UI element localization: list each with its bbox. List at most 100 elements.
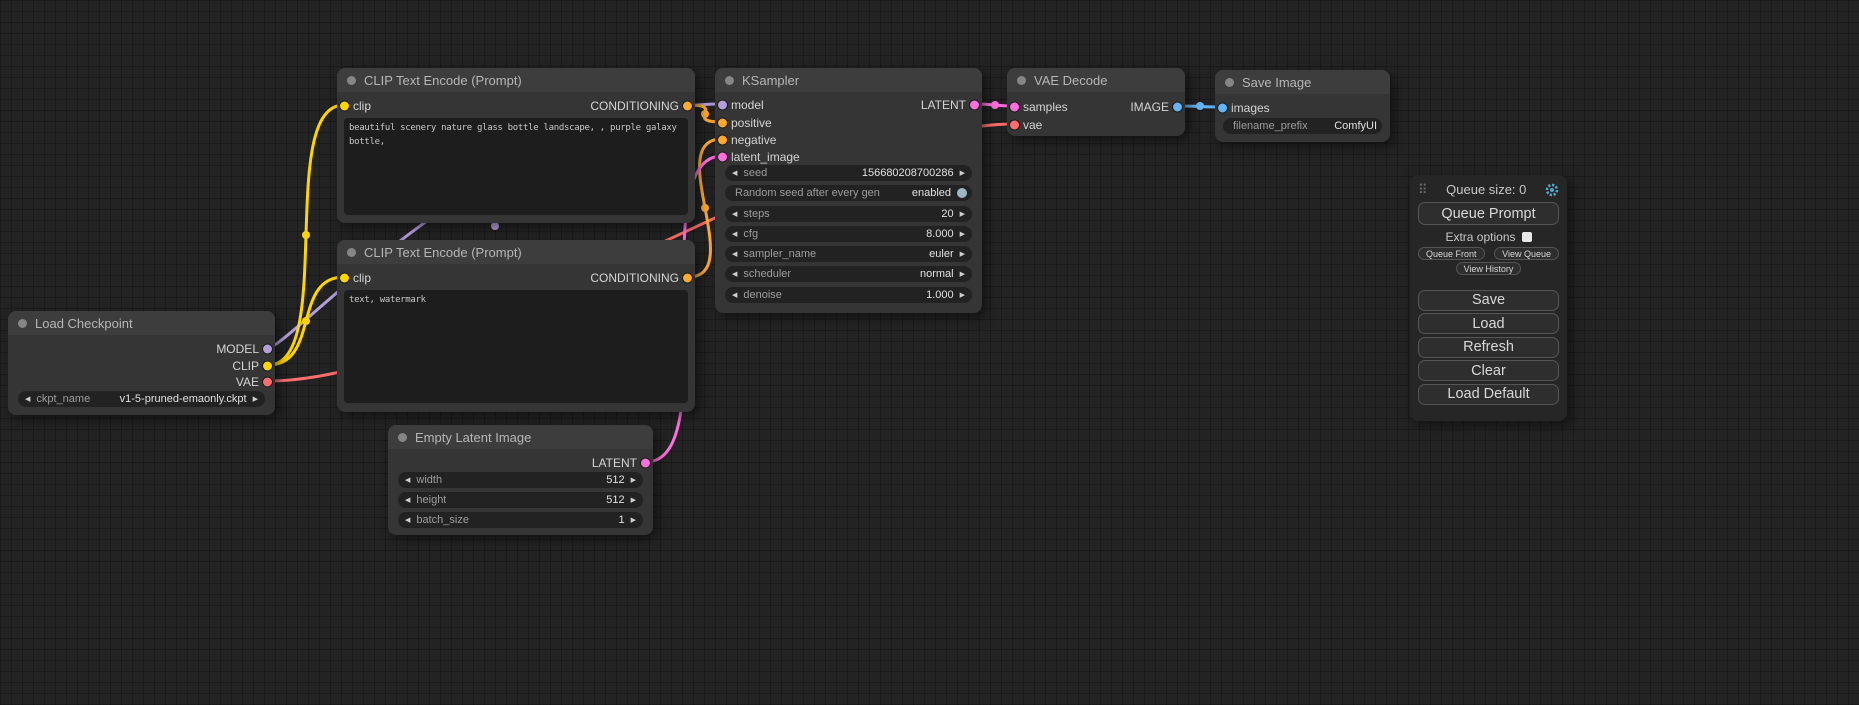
output-dot-clip[interactable] — [263, 361, 272, 370]
widget-cfg[interactable]: ◀ cfg 8.000 ▶ — [725, 226, 972, 242]
decrement-arrow-icon[interactable]: ◀ — [405, 497, 410, 504]
refresh-button[interactable]: Refresh — [1418, 337, 1559, 358]
input-dot-latent-image[interactable] — [718, 152, 727, 161]
widget-denoise[interactable]: ◀ denoise 1.000 ▶ — [725, 287, 972, 303]
decrement-arrow-icon[interactable]: ◀ — [732, 251, 737, 258]
widget-width[interactable]: ◀ width 512 ▶ — [398, 472, 643, 488]
input-label: images — [1231, 101, 1270, 115]
input-slot-images: images — [1215, 100, 1390, 115]
increment-arrow-icon[interactable]: ▶ — [960, 292, 965, 299]
node-title-bar[interactable]: KSampler — [715, 68, 982, 92]
input-slot-negative: negative — [715, 132, 982, 147]
prompt-text-area[interactable]: text, watermark — [344, 290, 688, 403]
increment-arrow-icon[interactable]: ▶ — [631, 477, 636, 484]
output-slot-clip: CLIP — [8, 358, 275, 373]
output-dot-conditioning[interactable] — [683, 101, 692, 110]
widget-value: v1-5-pruned-emaonly.ckpt — [120, 393, 247, 405]
widget-value: 1.000 — [926, 289, 954, 301]
decrement-arrow-icon[interactable]: ◀ — [25, 396, 30, 403]
node-ksampler[interactable]: KSampler model LATENT positive negative … — [715, 68, 982, 313]
input-label: vae — [1023, 118, 1042, 132]
save-button[interactable]: Save — [1418, 290, 1559, 311]
decrement-arrow-icon[interactable]: ◀ — [732, 271, 737, 278]
decrement-arrow-icon[interactable]: ◀ — [732, 231, 737, 238]
collapse-dot-icon[interactable] — [398, 433, 407, 442]
queue-panel: ⠿ Queue size: 0 Queue Prompt Extra optio… — [1410, 175, 1567, 421]
input-dot-positive[interactable] — [718, 118, 727, 127]
decrement-arrow-icon[interactable]: ◀ — [732, 211, 737, 218]
increment-arrow-icon[interactable]: ▶ — [960, 271, 965, 278]
decrement-arrow-icon[interactable]: ◀ — [732, 170, 737, 177]
widget-value: 512 — [606, 494, 624, 506]
input-dot-negative[interactable] — [718, 135, 727, 144]
widget-name: cfg — [743, 228, 758, 240]
prompt-text-area[interactable]: beautiful scenery nature glass bottle la… — [344, 118, 688, 215]
increment-arrow-icon[interactable]: ▶ — [960, 170, 965, 177]
collapse-dot-icon[interactable] — [1017, 76, 1026, 85]
increment-arrow-icon[interactable]: ▶ — [631, 517, 636, 524]
load-default-button[interactable]: Load Default — [1418, 384, 1559, 405]
widget-batch-size[interactable]: ◀ batch_size 1 ▶ — [398, 512, 643, 528]
node-clip-text-encode-positive[interactable]: CLIP Text Encode (Prompt) clip CONDITION… — [337, 68, 695, 223]
decrement-arrow-icon[interactable]: ◀ — [405, 517, 410, 524]
node-title: CLIP Text Encode (Prompt) — [364, 73, 522, 88]
node-save-image[interactable]: Save Image images filename_prefix ComfyU… — [1215, 70, 1390, 142]
load-button[interactable]: Load — [1418, 313, 1559, 334]
node-title: KSampler — [742, 73, 799, 88]
collapse-dot-icon[interactable] — [347, 248, 356, 257]
widget-ckpt-name[interactable]: ◀ ckpt_name v1-5-pruned-emaonly.ckpt ▶ — [18, 391, 265, 407]
increment-arrow-icon[interactable]: ▶ — [960, 231, 965, 238]
node-vae-decode[interactable]: VAE Decode samples IMAGE vae — [1007, 68, 1185, 136]
widget-filename-prefix[interactable]: filename_prefix ComfyUI — [1223, 118, 1382, 134]
output-slot-latent: LATENT — [715, 97, 982, 112]
input-dot-vae[interactable] — [1010, 120, 1019, 129]
node-title-bar[interactable]: Empty Latent Image — [388, 425, 653, 449]
widget-random-seed[interactable]: Random seed after every gen enabled — [725, 185, 972, 201]
node-title: Empty Latent Image — [415, 430, 531, 445]
node-title-bar[interactable]: CLIP Text Encode (Prompt) — [337, 68, 695, 92]
node-title-bar[interactable]: CLIP Text Encode (Prompt) — [337, 240, 695, 264]
queue-front-button[interactable]: Queue Front — [1418, 247, 1485, 260]
clear-button[interactable]: Clear — [1418, 360, 1559, 381]
output-dot-latent[interactable] — [641, 458, 650, 467]
random-seed-toggle-knob[interactable] — [957, 188, 967, 198]
widget-height[interactable]: ◀ height 512 ▶ — [398, 492, 643, 508]
collapse-dot-icon[interactable] — [725, 76, 734, 85]
input-dot-images[interactable] — [1218, 103, 1227, 112]
widget-sampler-name[interactable]: ◀ sampler_name euler ▶ — [725, 246, 972, 262]
node-empty-latent-image[interactable]: Empty Latent Image LATENT ◀ width 512 ▶ … — [388, 425, 653, 535]
node-clip-text-encode-negative[interactable]: CLIP Text Encode (Prompt) clip CONDITION… — [337, 240, 695, 412]
view-queue-button[interactable]: View Queue — [1494, 247, 1559, 260]
node-graph-canvas[interactable]: Load Checkpoint MODEL CLIP VAE ◀ ckpt_na… — [0, 0, 1859, 705]
node-title-bar[interactable]: Load Checkpoint — [8, 311, 275, 335]
widget-steps[interactable]: ◀ steps 20 ▶ — [725, 206, 972, 222]
history-row: View History — [1418, 262, 1559, 275]
settings-gear-icon[interactable] — [1545, 183, 1559, 197]
node-title: Load Checkpoint — [35, 316, 133, 331]
extra-options-checkbox[interactable] — [1522, 232, 1532, 242]
queue-prompt-button[interactable]: Queue Prompt — [1418, 202, 1559, 225]
output-dot-latent[interactable] — [970, 100, 979, 109]
collapse-dot-icon[interactable] — [18, 319, 27, 328]
decrement-arrow-icon[interactable]: ◀ — [405, 477, 410, 484]
increment-arrow-icon[interactable]: ▶ — [253, 396, 258, 403]
node-title-bar[interactable]: Save Image — [1215, 70, 1390, 94]
increment-arrow-icon[interactable]: ▶ — [631, 497, 636, 504]
node-load-checkpoint[interactable]: Load Checkpoint MODEL CLIP VAE ◀ ckpt_na… — [8, 311, 275, 415]
node-title-bar[interactable]: VAE Decode — [1007, 68, 1185, 92]
widget-seed[interactable]: ◀ seed 156680208700286 ▶ — [725, 165, 972, 181]
view-history-button[interactable]: View History — [1456, 262, 1522, 275]
output-dot-conditioning[interactable] — [683, 273, 692, 282]
drag-handle-icon[interactable]: ⠿ — [1418, 182, 1428, 198]
output-slot-image: IMAGE — [1007, 99, 1185, 114]
output-slot-vae: VAE — [8, 374, 275, 389]
output-dot-model[interactable] — [263, 344, 272, 353]
output-dot-image[interactable] — [1173, 102, 1182, 111]
collapse-dot-icon[interactable] — [1225, 78, 1234, 87]
decrement-arrow-icon[interactable]: ◀ — [732, 292, 737, 299]
increment-arrow-icon[interactable]: ▶ — [960, 251, 965, 258]
widget-scheduler[interactable]: ◀ scheduler normal ▶ — [725, 266, 972, 282]
output-dot-vae[interactable] — [263, 377, 272, 386]
increment-arrow-icon[interactable]: ▶ — [960, 211, 965, 218]
collapse-dot-icon[interactable] — [347, 76, 356, 85]
